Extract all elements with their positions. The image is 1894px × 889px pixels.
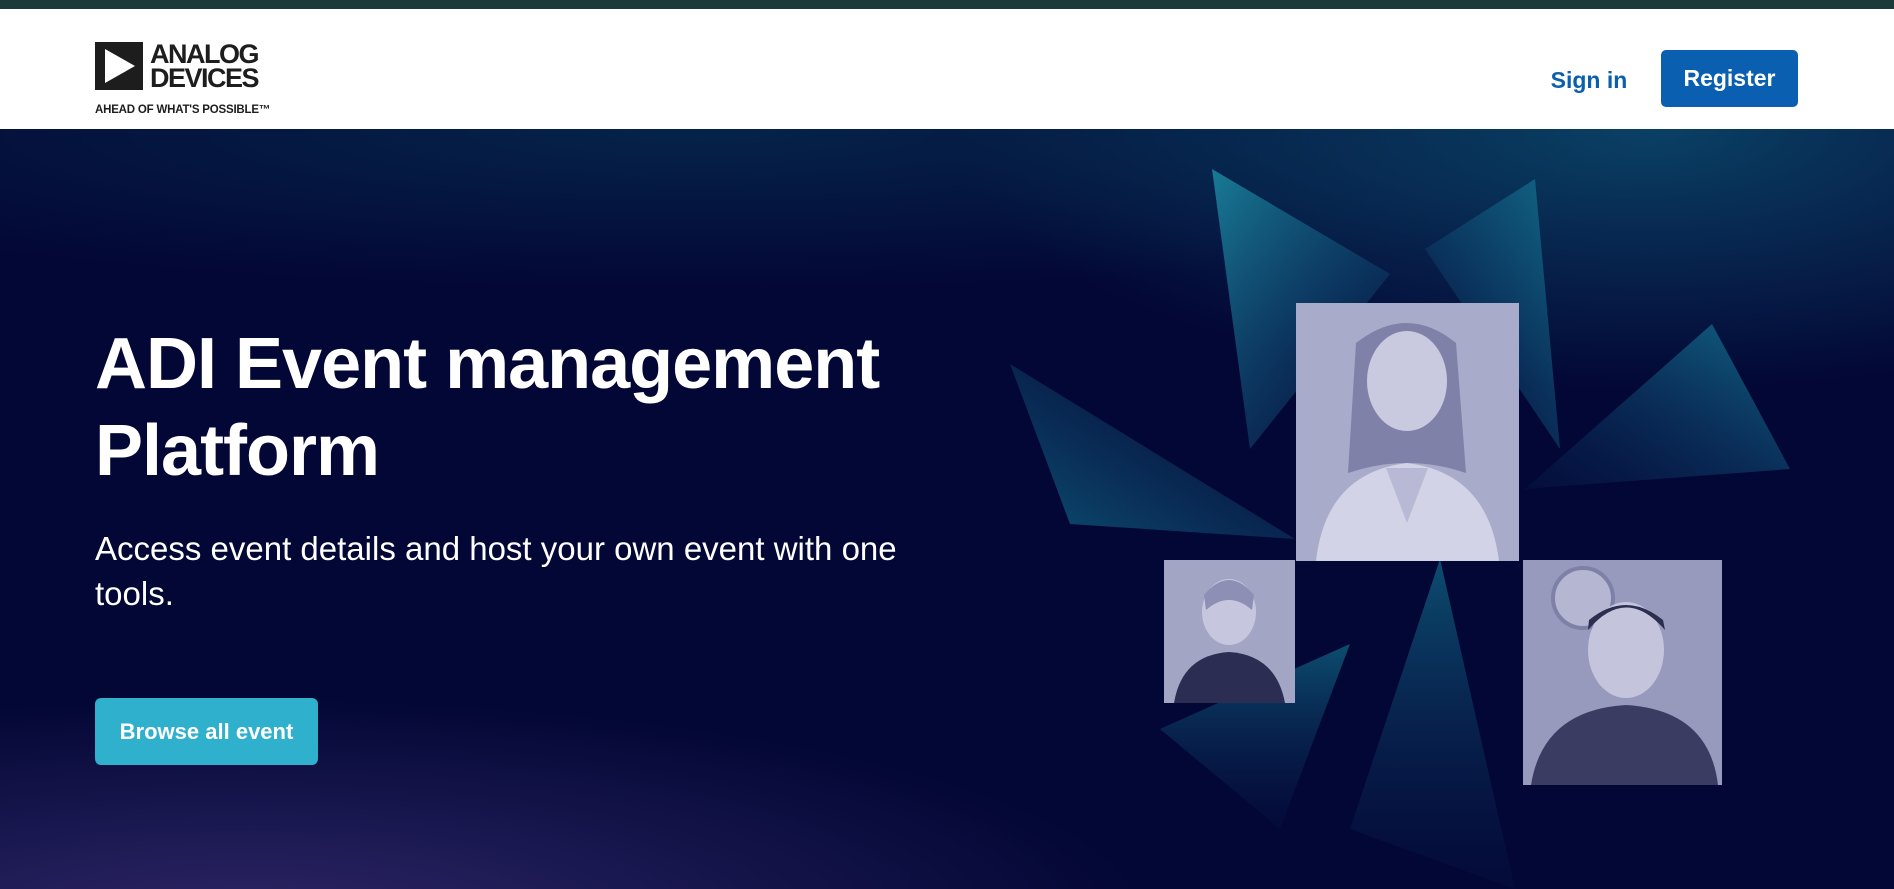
speaker-photo-woman-blonde	[1296, 303, 1519, 561]
hero-section: ADI Event management Platform Access eve…	[0, 129, 1894, 889]
browse-all-event-button[interactable]: Browse all event	[95, 698, 318, 765]
shard-right	[1525, 324, 1790, 489]
register-button[interactable]: Register	[1661, 50, 1798, 107]
logo-play-icon	[95, 42, 143, 90]
sign-in-link[interactable]: Sign in	[1540, 65, 1638, 95]
speaker-photo-woman-dark-top	[1164, 560, 1295, 703]
hero-title: ADI Event management Platform	[95, 324, 880, 491]
hero-subtitle: Access event details and host your own e…	[95, 530, 897, 612]
speaker-photo-man-smiling	[1523, 560, 1722, 785]
shard-bottom-center	[1350, 559, 1515, 889]
logo-word-devices: DEVICES	[150, 63, 260, 93]
site-header: ANALOG DEVICES AHEAD OF WHAT'S POSSIBLE™…	[0, 9, 1894, 129]
analog-devices-logo[interactable]: ANALOG DEVICES AHEAD OF WHAT'S POSSIBLE™	[95, 41, 285, 126]
top-accent-strip	[0, 0, 1894, 9]
logo-tagline: AHEAD OF WHAT'S POSSIBLE™	[95, 104, 271, 116]
